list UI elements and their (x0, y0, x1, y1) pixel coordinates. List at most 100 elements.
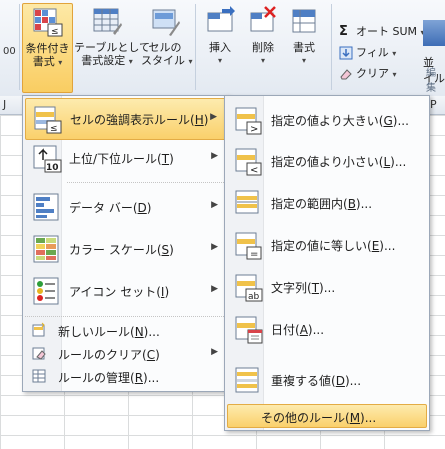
clear-label: クリア (356, 67, 389, 80)
dropdown-arrow-icon: ▾ (301, 56, 306, 65)
menu-item-data-bars[interactable]: データ バー(D) ▶ (25, 187, 226, 227)
manage-rules-key: R (134, 371, 144, 385)
top-bottom-rules-icon: 10 (31, 142, 63, 174)
between-key: B (347, 197, 356, 211)
svg-text:>: > (250, 124, 258, 135)
highlight-cells-rules-icon: ≤ (32, 103, 64, 135)
ribbon-separator (331, 4, 332, 90)
sigma-icon: Σ (339, 24, 348, 39)
dropdown-arrow-icon: ▾ (188, 57, 193, 66)
more-rules-label: その他のルール( (261, 411, 350, 425)
fill-button[interactable]: フィル ▾ (339, 43, 396, 63)
submenu-item-less-than[interactable]: < 指定の値より小さい(L)... (227, 141, 427, 181)
column-header-j[interactable]: J (3, 98, 6, 111)
manage-rules-tail: )... (143, 371, 160, 385)
sort-filter-icon (423, 20, 445, 46)
greater-than-icon: > (233, 104, 265, 136)
autosum-label: オート SUM (356, 25, 418, 38)
text-contains-tail: )... (319, 281, 336, 295)
format-label: 書式 (293, 41, 315, 54)
submenu-item-equal-to[interactable]: = 指定の値に等しい(E)... (227, 225, 427, 265)
date-occurring-label: 日付( (271, 323, 300, 337)
submenu-arrow-icon: ▶ (211, 284, 218, 294)
svg-text:=: = (250, 249, 258, 260)
highlight-cells-rules-submenu: > 指定の値より大きい(G)... < 指定の値より小さい(L)... 指定の範… (224, 95, 430, 431)
top-bottom-rules-key: T (161, 152, 170, 166)
submenu-item-between[interactable]: 指定の範囲内(B)... (227, 183, 427, 223)
greater-than-tail: )... (392, 114, 409, 128)
insert-button[interactable]: 挿入 ▾ (201, 3, 239, 91)
conditional-formatting-label-2: 書式 (32, 55, 55, 68)
greater-than-label: 指定の値より大きい( (271, 114, 384, 128)
clear-rules-tail: ) (155, 348, 160, 362)
text-contains-icon: ab (233, 271, 265, 303)
submenu-item-more-rules[interactable]: その他のルール(M)... (227, 404, 427, 428)
menu-separator (25, 316, 224, 317)
between-icon (233, 187, 265, 219)
new-rule-key: N (134, 325, 144, 339)
highlight-cells-rules-label: セルの強調表示ルール( (70, 113, 195, 127)
menu-item-icon-sets[interactable]: アイコン セット(I) ▶ (25, 271, 226, 311)
data-bars-icon (31, 191, 63, 223)
icon-sets-tail: ) (164, 285, 170, 299)
cell-styles-button[interactable]: セルの スタイル ▾ (141, 3, 193, 91)
svg-text:≤: ≤ (51, 27, 59, 37)
menu-item-top-bottom-rules[interactable]: 10 上位/下位ルール(T) ▶ (25, 138, 226, 178)
submenu-item-date-occurring[interactable]: 日付(A)... (227, 309, 427, 349)
menu-item-manage-rules[interactable]: ルールの管理(R)... (25, 366, 226, 386)
submenu-arrow-icon: ▶ (211, 151, 218, 161)
svg-text:10: 10 (46, 163, 59, 173)
menu-item-clear-rules[interactable]: ルールのクリア(C) ▶ (25, 343, 226, 363)
format-as-table-label-1: テーブルとして (74, 41, 151, 54)
autosum-button[interactable]: Σオート SUM ▾ (339, 22, 425, 42)
format-as-table-label-2: 書式設定 (81, 54, 126, 67)
clear-rules-icon (31, 345, 47, 361)
clear-rules-key: C (146, 348, 156, 362)
menu-separator (67, 182, 224, 183)
editing-group-label: 編集 (426, 68, 436, 94)
conditional-formatting-icon: ≤ (32, 6, 64, 38)
new-rule-label: 新しいルール( (58, 325, 135, 339)
color-scales-icon (31, 233, 63, 265)
icon-sets-label: アイコン セット( (69, 285, 161, 299)
dropdown-arrow-icon: ▾ (217, 56, 222, 65)
submenu-item-duplicate-values[interactable]: 重複する値(D)... (227, 360, 427, 400)
delete-button[interactable]: 削除 ▾ (244, 3, 282, 91)
less-than-label: 指定の値より小さい( (271, 155, 384, 169)
conditional-formatting-button[interactable]: ≤ 条件付き 書式 ▾ (22, 3, 73, 93)
text-contains-key: T (311, 281, 320, 295)
menu-item-new-rule[interactable]: 新しいルール(N)... (25, 320, 226, 340)
duplicate-values-label: 重複する値( (271, 374, 336, 388)
svg-text:<: < (250, 165, 258, 176)
submenu-item-greater-than[interactable]: > 指定の値より大きい(G)... (227, 100, 427, 140)
data-bars-key: D (137, 201, 147, 215)
clear-button[interactable]: クリア ▾ (339, 64, 397, 84)
less-than-tail: )... (390, 155, 407, 169)
svg-text:≤: ≤ (50, 124, 58, 134)
format-as-table-icon (91, 5, 123, 37)
data-bars-label: データ バー( (69, 201, 138, 215)
new-rule-icon (31, 322, 47, 338)
insert-cells-icon (204, 5, 236, 37)
highlight-cells-rules-tail: ) (203, 113, 209, 127)
delete-cells-icon (247, 5, 279, 37)
equal-to-label: 指定の値に等しい( (271, 239, 372, 253)
dropdown-arrow-icon: ▾ (260, 56, 265, 65)
ribbon-separator (195, 4, 196, 90)
submenu-item-text-contains[interactable]: ab 文字列(T)... (227, 267, 427, 307)
cell-styles-label-1: セルの (148, 41, 182, 54)
dropdown-arrow-icon: ▾ (392, 70, 397, 79)
column-header-p[interactable]: P (430, 98, 437, 111)
between-tail: )... (355, 197, 373, 211)
ribbon-separator (19, 4, 20, 90)
manage-rules-label: ルールの管理( (58, 371, 135, 385)
data-bars-tail: ) (146, 201, 152, 215)
format-button[interactable]: 書式 ▾ (285, 3, 323, 91)
menu-item-highlight-cells-rules[interactable]: ≤ セルの強調表示ルール(H) ▶ (25, 98, 226, 140)
color-scales-tail: ) (169, 243, 174, 257)
delete-label: 削除 (252, 41, 274, 54)
submenu-arrow-icon: ▶ (211, 242, 218, 252)
menu-item-color-scales[interactable]: カラー スケール(S) ▶ (25, 229, 226, 269)
icon-sets-icon (31, 275, 63, 307)
format-as-table-button[interactable]: テーブルとして 書式設定 ▾ (74, 3, 151, 91)
